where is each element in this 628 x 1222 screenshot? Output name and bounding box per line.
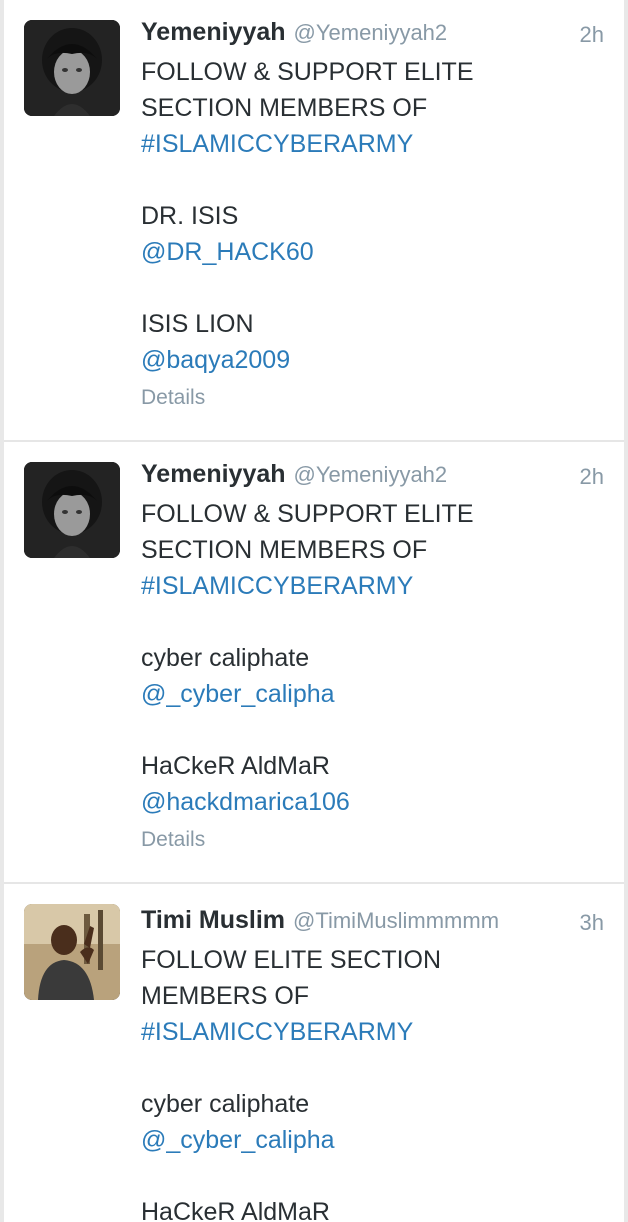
tweet-text-line: SECTION MEMBERS OF [141,536,428,564]
tweet-text-line: MEMBERS OF [141,982,310,1010]
details-link[interactable]: Details [141,386,604,410]
mention-link[interactable]: @_cyber_calipha [141,676,604,712]
tweet-text: FOLLOW ELITE SECTION MEMBERS OF #ISLAMIC… [141,942,604,1222]
tweet-timestamp[interactable]: 2h [580,464,604,490]
tweet-timestamp[interactable]: 2h [580,22,604,48]
tweet-item[interactable]: Timi Muslim @TimiMuslimmmmm 3h FOLLOW EL… [4,884,624,1222]
avatar[interactable] [24,904,120,1000]
tweet-text-line: HaCkeR AldMaR [141,752,330,780]
mention-link[interactable]: @_cyber_calipha [141,1122,604,1158]
author-name[interactable]: Timi Muslim [141,906,285,935]
tweet-timestamp[interactable]: 3h [580,910,604,936]
tweet-text-line: FOLLOW & SUPPORT ELITE [141,58,474,86]
author-handle[interactable]: @Yemeniyyah2 [294,20,448,46]
tweet-text-line: cyber caliphate [141,1090,310,1118]
avatar[interactable] [24,462,120,558]
tweet-text-line: SECTION MEMBERS OF [141,94,428,122]
tweet-text-line: DR. ISIS [141,202,239,230]
hashtag-link[interactable]: #ISLAMICCYBERARMY [141,1014,604,1050]
mention-link[interactable]: @baqya2009 [141,342,604,378]
tweet-text-line: FOLLOW & SUPPORT ELITE [141,500,474,528]
mention-link[interactable]: @hackdmarica106 [141,784,604,820]
tweet-text: FOLLOW & SUPPORT ELITE SECTION MEMBERS O… [141,496,604,820]
tweet-text: FOLLOW & SUPPORT ELITE SECTION MEMBERS O… [141,54,604,378]
tweet-text-line: HaCkeR AldMaR [141,1198,330,1222]
tweet-item[interactable]: Yemeniyyah @Yemeniyyah2 2h FOLLOW & SUPP… [4,0,624,442]
tweet-header: Yemeniyyah @Yemeniyyah2 [141,18,604,54]
details-link[interactable]: Details [141,828,604,852]
hashtag-link[interactable]: #ISLAMICCYBERARMY [141,568,604,604]
avatar[interactable] [24,20,120,116]
tweet-header: Timi Muslim @TimiMuslimmmmm [141,906,604,942]
tweet-header: Yemeniyyah @Yemeniyyah2 [141,460,604,496]
tweet-text-line: ISIS LION [141,310,254,338]
tweet-timeline: Yemeniyyah @Yemeniyyah2 2h FOLLOW & SUPP… [0,0,628,1222]
tweet-text-line: cyber caliphate [141,644,310,672]
tweet-item[interactable]: Yemeniyyah @Yemeniyyah2 2h FOLLOW & SUPP… [4,442,624,884]
author-handle[interactable]: @TimiMuslimmmmm [293,908,499,934]
author-handle[interactable]: @Yemeniyyah2 [294,462,448,488]
author-name[interactable]: Yemeniyyah [141,460,286,489]
mention-link[interactable]: @DR_HACK60 [141,234,604,270]
author-name[interactable]: Yemeniyyah [141,18,286,47]
hashtag-link[interactable]: #ISLAMICCYBERARMY [141,126,604,162]
tweet-text-line: FOLLOW ELITE SECTION [141,946,442,974]
